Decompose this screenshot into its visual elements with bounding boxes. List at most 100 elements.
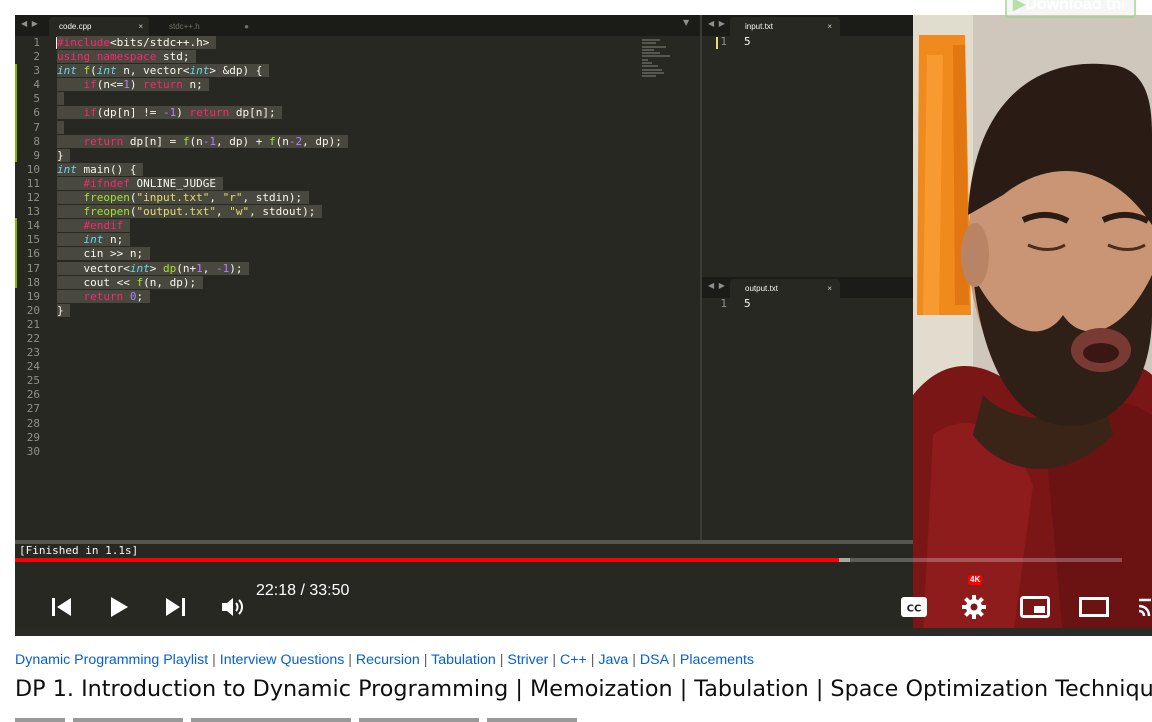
line-number: 2: [33, 50, 40, 64]
hashtag-link[interactable]: Dynamic Programming Playlist: [15, 652, 208, 668]
volume-icon[interactable]: [220, 595, 246, 619]
video-bottom-strip: [15, 628, 1152, 636]
input-pane[interactable]: ◀ ▶ input.txt × 1 5: [702, 15, 913, 275]
download-watermark: ▶Download thi: [1005, 0, 1136, 18]
code-line: 29: [15, 431, 40, 445]
code-text: cout << f(n, dp);: [57, 275, 203, 289]
miniplayer-icon[interactable]: [1020, 596, 1050, 618]
hashtag-link[interactable]: Recursion: [356, 652, 420, 668]
tab-nav-arrows-icon[interactable]: ◀ ▶: [708, 281, 726, 290]
code-text: return dp[n] = f(n-1, dp) + f(n-2, dp);: [57, 134, 349, 149]
editor-tab-bar: ◀ ▶ code.cpp × stdc++.h ● ▼: [15, 15, 700, 36]
hashtag-link[interactable]: Java: [598, 652, 628, 668]
code-editor[interactable]: 1 #include<bits/stdc++.h> 2 using namespac…: [15, 36, 700, 540]
code-line: 19 return 0;: [15, 289, 150, 304]
line-number: 8: [33, 134, 40, 148]
line-number: 23: [26, 346, 40, 360]
code-line: 23: [15, 346, 40, 360]
play-icon[interactable]: [108, 595, 130, 619]
tab-label: stdc++.h: [169, 22, 200, 31]
settings-icon[interactable]: [961, 594, 987, 620]
code-line: 22: [15, 332, 40, 346]
output-pane-tab-bar: ◀ ▶ output.txt ×: [702, 277, 913, 298]
code-line: 25: [15, 374, 40, 388]
code-text: }: [57, 303, 71, 317]
svg-text:CC: CC: [907, 604, 922, 615]
tag-separator: |: [668, 652, 680, 668]
played-bar: [15, 558, 840, 562]
tag-separator: |: [419, 652, 432, 668]
play-triangle-icon: ▶: [1013, 0, 1026, 13]
code-line: 21: [15, 318, 40, 332]
code-line: 27: [15, 402, 40, 416]
minimap[interactable]: [642, 39, 672, 84]
video-player[interactable]: ◀ ▶ code.cpp × stdc++.h ● ▼ 1 #include<bi…: [15, 15, 1152, 636]
unsaved-dot-icon[interactable]: ●: [244, 17, 249, 36]
code-line: 18 cout << f(n, dp);: [15, 275, 203, 290]
line-number: 1: [33, 36, 40, 49]
tab-dropdown-icon[interactable]: ▼: [683, 18, 689, 27]
line-number: 19: [26, 289, 40, 303]
close-icon[interactable]: ×: [138, 17, 143, 36]
code-line: 11 #ifndef ONLINE_JUDGE: [15, 176, 223, 191]
tab-nav-arrows-icon[interactable]: ◀ ▶: [21, 19, 39, 28]
code-line: 10 int main() {: [15, 162, 144, 177]
close-icon[interactable]: ×: [827, 17, 832, 36]
output-pane[interactable]: ◀ ▶ output.txt × 1 5: [702, 277, 913, 540]
console-output: [Finished in 1.1s]: [19, 544, 139, 557]
line-number: 3: [33, 64, 40, 78]
previous-icon[interactable]: [50, 596, 74, 618]
hashtag-link[interactable]: Placements: [680, 652, 754, 668]
time-display: 22:18 / 33:50: [256, 582, 350, 599]
line-number: 15: [26, 233, 40, 247]
hashtag-link[interactable]: Tabulation: [431, 652, 496, 668]
line-number: 13: [26, 205, 40, 219]
line-number: 21: [26, 317, 40, 331]
subtitles-icon[interactable]: CC: [900, 596, 928, 618]
code-line: 8 return dp[n] = f(n-1, dp) + f(n-2, dp)…: [15, 134, 349, 149]
next-icon[interactable]: [163, 596, 187, 618]
line-number: 27: [26, 402, 40, 416]
tab-nav-arrows-icon[interactable]: ◀ ▶: [708, 19, 726, 28]
code-lines: 1 #include<bits/stdc++.h> 2 using namespac…: [15, 36, 349, 459]
hashtag-link[interactable]: C++: [560, 652, 587, 668]
code-line: 20}: [15, 303, 71, 318]
code-text: int n;: [57, 233, 130, 247]
line-number: 1: [720, 297, 727, 310]
text-cursor: [56, 37, 57, 49]
tab-input-txt[interactable]: input.txt ×: [730, 17, 840, 36]
progress-bar[interactable]: [15, 558, 1122, 562]
theater-icon[interactable]: [1079, 596, 1109, 618]
code-line: 28: [15, 417, 40, 431]
code-text: freopen("output.txt", "w", stdout);: [57, 205, 322, 219]
hashtag-link[interactable]: Striver: [507, 652, 548, 668]
tag-separator: |: [628, 652, 640, 668]
line-number: 7: [33, 120, 40, 134]
hashtag-link[interactable]: DSA: [640, 652, 668, 668]
line-number: 11: [26, 176, 40, 190]
tag-separator: |: [548, 652, 560, 668]
cast-icon[interactable]: [1137, 596, 1152, 618]
tab-stdcpp-h[interactable]: stdc++.h ●: [163, 17, 253, 36]
code-line: 2 using namespace std;: [15, 50, 197, 64]
line-number: 20: [26, 303, 40, 317]
input-line: 1 5: [702, 35, 750, 49]
code-text: [57, 92, 64, 106]
code-line: 30: [15, 445, 40, 459]
line-number: 30: [26, 444, 40, 458]
tab-output-txt[interactable]: output.txt ×: [730, 279, 840, 298]
tab-label: code.cpp: [59, 22, 92, 31]
close-icon[interactable]: ×: [827, 279, 832, 298]
tab-label: output.txt: [745, 284, 778, 293]
tag-separator: |: [344, 652, 356, 668]
code-line: 17 vector<int> dp(n+1, -1);: [15, 261, 250, 276]
line-number: 5: [33, 92, 40, 106]
line-number: 25: [26, 374, 40, 388]
code-text: #endif: [57, 219, 130, 233]
code-text: int main() {: [57, 162, 144, 176]
code-line: 12 freopen("input.txt", "r", stdin);: [15, 191, 309, 205]
tab-code-cpp[interactable]: code.cpp ×: [49, 17, 149, 36]
code-line: 16 cin >> n;: [15, 247, 150, 261]
hashtag-link[interactable]: Interview Questions: [220, 652, 345, 668]
code-line: 24: [15, 360, 40, 374]
